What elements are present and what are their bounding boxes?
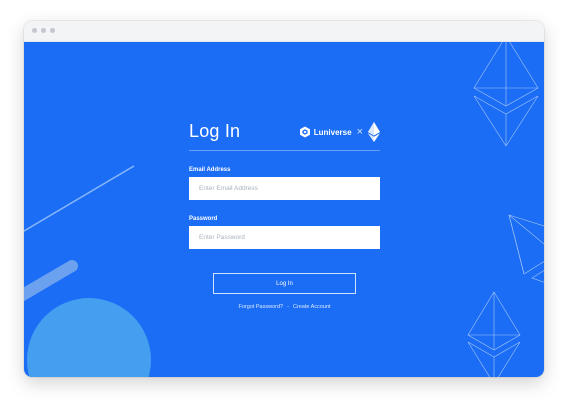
- window-dot-icon: [32, 28, 37, 33]
- decorative-line-shape: [24, 165, 135, 232]
- page-title: Log In: [189, 121, 241, 141]
- link-separator: -: [287, 304, 289, 310]
- brand-logos: Luniverse ×: [299, 122, 380, 142]
- ethereum-outline-icon: [508, 214, 544, 283]
- browser-window: Log In Luniverse × Email Address Enter E…: [24, 21, 544, 377]
- luniverse-logo-icon: [299, 126, 310, 138]
- window-dot-icon: [50, 28, 55, 33]
- login-page: Log In Luniverse × Email Address Enter E…: [24, 42, 544, 377]
- login-button[interactable]: Log In: [213, 273, 356, 294]
- ethereum-icon: [368, 122, 380, 142]
- ethereum-outline-icon: [473, 42, 539, 147]
- decorative-circle-shape: [27, 298, 151, 377]
- forgot-password-link[interactable]: Forgot Password?: [238, 304, 283, 310]
- auth-links: Forgot Password? - Create Account: [189, 304, 380, 310]
- create-account-link[interactable]: Create Account: [293, 304, 331, 310]
- brand-name: Luniverse: [313, 127, 352, 137]
- window-dot-icon: [41, 28, 46, 33]
- password-field[interactable]: [189, 226, 380, 249]
- ethereum-outline-icon: [467, 291, 521, 377]
- decorative-bar-shape: [24, 260, 78, 302]
- window-titlebar: [24, 21, 544, 42]
- brand-separator: ×: [356, 126, 363, 138]
- login-header: Log In Luniverse ×: [189, 120, 380, 151]
- email-label: Email Address: [189, 167, 231, 173]
- login-form: Log In Luniverse × Email Address Enter E…: [189, 120, 380, 310]
- background-decoration: [24, 42, 544, 377]
- email-field[interactable]: [189, 177, 380, 200]
- password-label: Password: [189, 216, 218, 222]
